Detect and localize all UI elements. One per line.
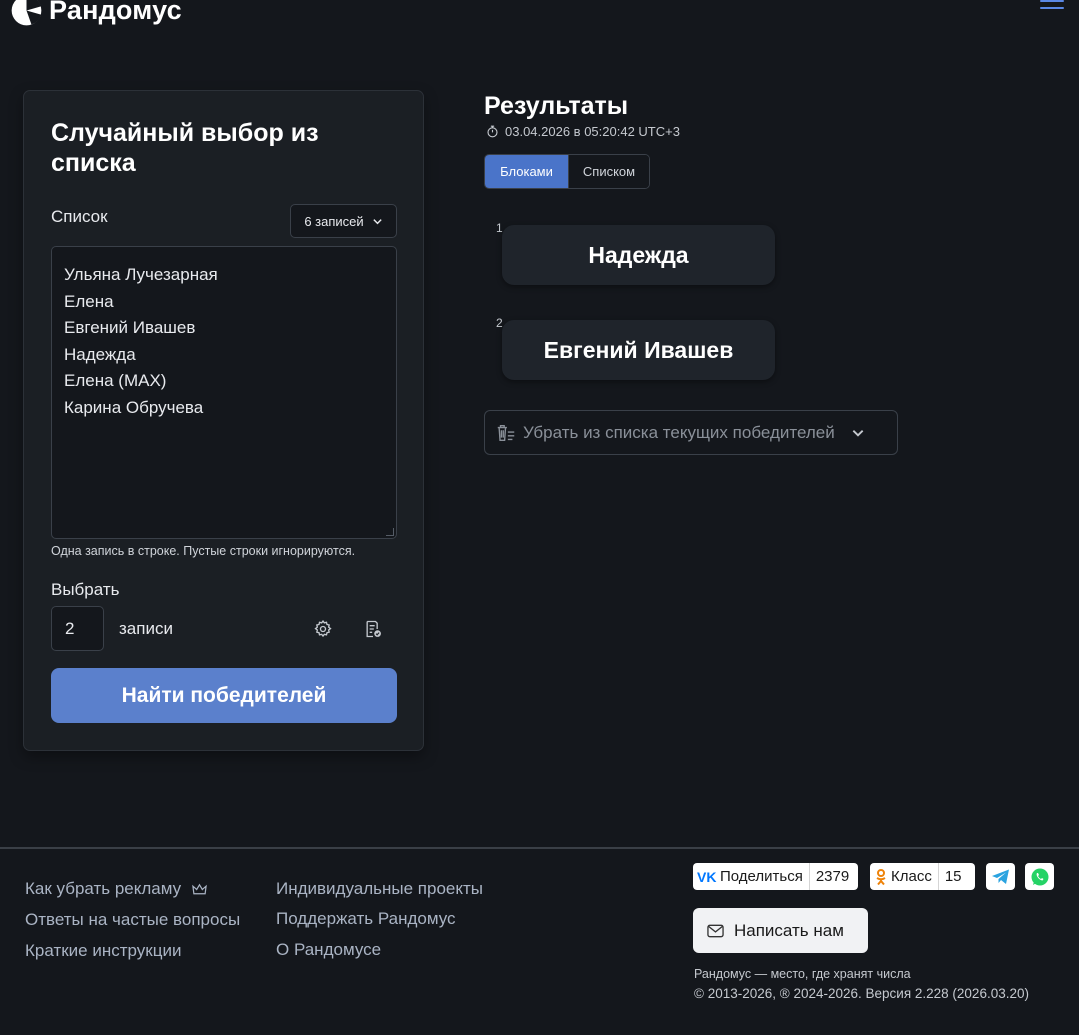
- results-timestamp: 03.04.2026 в 05:20:42 UTC+3: [486, 124, 680, 139]
- whatsapp-share-button[interactable]: [1025, 863, 1054, 890]
- settings-button[interactable]: [310, 616, 336, 642]
- chevron-down-icon: [852, 429, 864, 437]
- envelope-icon: [707, 924, 724, 937]
- list-textarea[interactable]: Ульяна Лучезарная Елена Евгений Ивашев Наде…: [51, 246, 397, 539]
- list-entry: Ульяна Лучезарная: [64, 265, 218, 284]
- list-entry: Надежда: [64, 344, 136, 364]
- contact-us-label: Написать нам: [734, 920, 844, 940]
- list-hint: Одна запись в строке. Пустые строки игно…: [51, 544, 356, 558]
- footer-link-faq[interactable]: Ответы на частые вопросы: [25, 910, 240, 930]
- telegram-share-button[interactable]: [986, 863, 1015, 890]
- entries-count-dropdown[interactable]: 6 записей: [290, 204, 397, 238]
- view-toggle: Блоками Списком: [484, 154, 650, 189]
- footer-link-about[interactable]: О Рандомусе: [276, 940, 381, 960]
- footer-link-instructions[interactable]: Краткие инструкции: [25, 941, 181, 961]
- resize-handle[interactable]: [386, 528, 394, 536]
- remove-winners-dropdown[interactable]: Убрать из списка текущих победителей: [484, 410, 898, 455]
- header: Рандомус: [0, 0, 1079, 40]
- whatsapp-icon: [1031, 868, 1048, 885]
- stopwatch-icon: [487, 125, 498, 138]
- logo[interactable]: Рандомус: [10, 0, 182, 27]
- tab-list[interactable]: Списком: [568, 155, 649, 188]
- list-entry: Карина Обручева: [64, 397, 204, 417]
- hamburger-icon[interactable]: [1040, 0, 1064, 14]
- page-title: Случайный выбор из списка: [51, 119, 319, 177]
- ok-share-count: 15: [937, 863, 968, 890]
- choose-label: Выбрать: [51, 580, 120, 599]
- odnoklassniki-icon: [876, 868, 886, 885]
- winners-count-suffix: записи: [119, 619, 173, 638]
- checklist-button[interactable]: [360, 616, 386, 642]
- list-label: Список: [51, 207, 108, 226]
- list-entry: Елена: [64, 291, 114, 311]
- vk-share-button[interactable]: VK Поделиться 2379: [693, 863, 858, 890]
- gear-icon: [314, 619, 332, 638]
- timestamp-text: 03.04.2026 в 05:20:42 UTC+3: [505, 124, 680, 139]
- footer-copyright: © 2013-2026, ® 2024-2026. Версия 2.228 (…: [694, 986, 1029, 1001]
- svg-text:VK: VK: [697, 870, 716, 884]
- contact-us-button[interactable]: Написать нам: [693, 908, 868, 953]
- footer-link-projects[interactable]: Индивидуальные проекты: [276, 879, 483, 899]
- footer-link-label: Как убрать рекламу: [25, 879, 182, 898]
- crown-icon: [192, 883, 207, 895]
- ok-share-label: Класс: [891, 868, 932, 885]
- chevron-down-icon: [372, 218, 382, 224]
- telegram-icon: [991, 869, 1009, 884]
- find-winners-button[interactable]: Найти победителей: [51, 668, 397, 723]
- footer-link-remove-ads[interactable]: Как убрать рекламу: [25, 879, 207, 899]
- trash-list-icon: [497, 424, 515, 441]
- list-entry: Евгений Ивашев: [64, 318, 196, 337]
- vk-share-count: 2379: [808, 863, 855, 890]
- winner-block: Надежда: [502, 225, 775, 285]
- tab-blocks[interactable]: Блоками: [485, 155, 568, 188]
- entries-count-label: 6 записей: [304, 213, 364, 229]
- footer-tagline: Рандомус — место, где хранят числа: [694, 967, 911, 981]
- winner-block: Евгений Ивашев: [502, 320, 775, 380]
- vk-icon: VK: [697, 870, 716, 884]
- list-entry: Елена (MAX): [64, 371, 167, 390]
- ok-share-button[interactable]: Класс 15: [870, 863, 975, 890]
- remove-winners-label: Убрать из списка текущих победителей: [523, 422, 835, 442]
- logo-text: Рандомус: [49, 0, 182, 25]
- random-pick-card: Случайный выбор из списка Список 6 запис…: [23, 90, 424, 751]
- logo-mark-icon: [11, 0, 42, 26]
- footer-link-support[interactable]: Поддержать Рандомус: [276, 909, 456, 929]
- winners-count-input[interactable]: 2: [51, 606, 104, 651]
- results-title: Результаты: [484, 92, 629, 120]
- checklist-icon: [366, 620, 381, 638]
- vk-share-label: Поделиться: [720, 868, 803, 885]
